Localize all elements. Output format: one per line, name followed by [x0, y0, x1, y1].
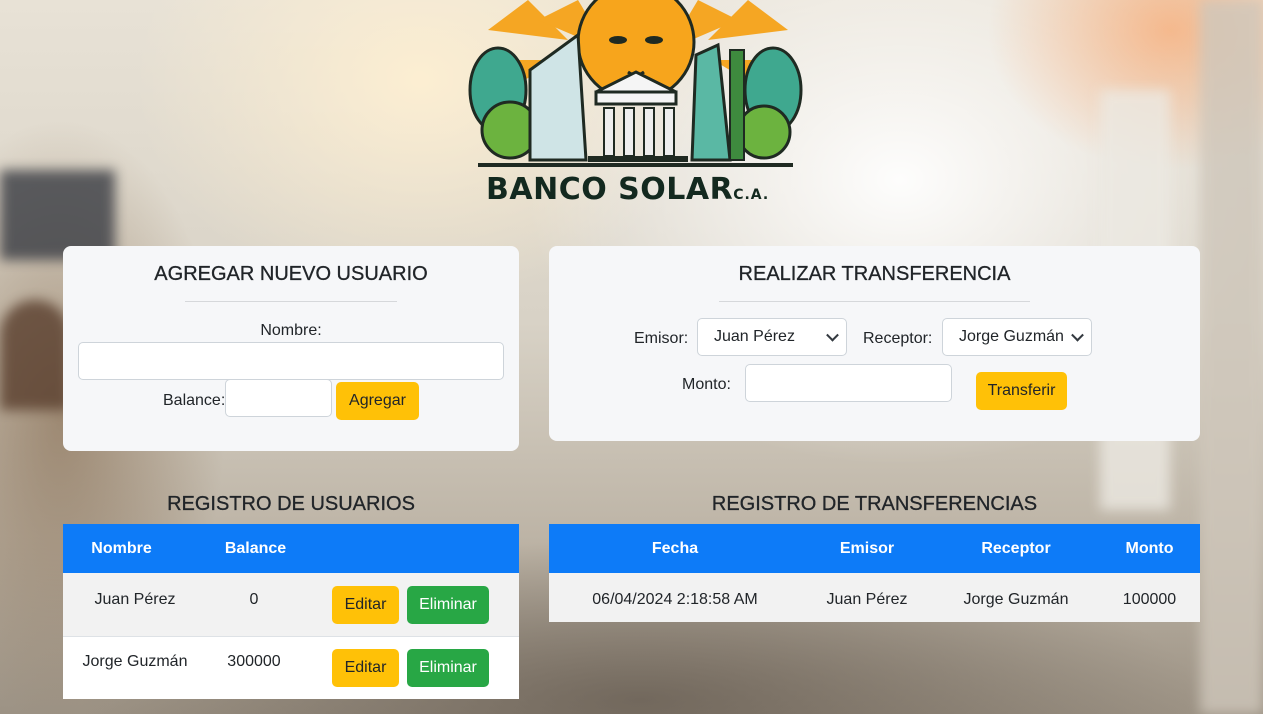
balance-label: Balance: [163, 392, 226, 409]
transfer-receiver: Jorge Guzmán [963, 591, 1069, 608]
edit-button[interactable]: Editar [332, 649, 399, 687]
transfers-table-title: REGISTRO DE TRANSFERENCIAS [711, 493, 1038, 515]
users-table-title: REGISTRO DE USUARIOS [167, 493, 415, 515]
transfers-table: Fecha Emisor Receptor Monto 06/04/2024 2… [549, 524, 1200, 622]
add-user-title: AGREGAR NUEVO USUARIO [154, 263, 428, 285]
column-header-emisor: Emisor [839, 540, 895, 557]
amount-input[interactable] [745, 364, 952, 402]
table-row: 06/04/2024 2:18:58 AM Juan Pérez Jorge G… [549, 573, 1200, 622]
brand-suffix: C.A. [733, 187, 770, 203]
user-balance: 0 [249, 591, 259, 608]
sender-selected-value: Juan Pérez [714, 328, 795, 345]
transfer-date: 06/04/2024 2:18:58 AM [592, 591, 758, 608]
transfer-amount: 100000 [1122, 591, 1177, 608]
transfer-card: REALIZAR TRANSFERENCIA Emisor: Juan Pére… [549, 246, 1200, 441]
receiver-selected-value: Jorge Guzmán [959, 328, 1064, 345]
edit-button[interactable]: Editar [332, 586, 399, 624]
amount-label: Monto: [682, 376, 731, 393]
transfer-button[interactable]: Transferir [976, 372, 1067, 410]
column-header-nombre: Nombre [91, 540, 152, 557]
transfer-sender: Juan Pérez [826, 591, 908, 608]
delete-button[interactable]: Eliminar [407, 649, 489, 687]
chevron-down-icon [826, 328, 839, 342]
transfer-divider [719, 301, 1030, 302]
user-name: Juan Pérez [94, 591, 176, 608]
user-name: Jorge Guzmán [82, 653, 188, 670]
transfer-title: REALIZAR TRANSFERENCIA [738, 263, 1011, 285]
table-row: Juan Pérez 0 Editar Eliminar [63, 573, 519, 636]
brand-name: BANCO SOLARC.A. [486, 172, 769, 207]
name-input[interactable] [78, 342, 504, 380]
brand-name-main: BANCO SOLAR [486, 172, 734, 207]
add-user-card: AGREGAR NUEVO USUARIO Nombre: Balance: A… [63, 246, 519, 451]
add-user-divider [185, 301, 397, 302]
sender-label: Emisor: [634, 330, 689, 347]
transfers-table-header: Fecha Emisor Receptor Monto [549, 524, 1200, 573]
column-header-balance: Balance [224, 540, 287, 557]
add-user-button[interactable]: Agregar [336, 382, 419, 420]
user-balance: 300000 [227, 653, 281, 670]
column-header-fecha: Fecha [651, 540, 699, 557]
users-table-header: Nombre Balance [63, 524, 519, 573]
column-header-monto: Monto [1125, 540, 1174, 557]
users-table: Nombre Balance Juan Pérez 0 Editar Elimi… [63, 524, 519, 699]
delete-button[interactable]: Eliminar [407, 586, 489, 624]
chevron-down-icon [1071, 328, 1084, 342]
column-header-receptor: Receptor [981, 540, 1051, 557]
sender-select[interactable]: Juan Pérez [697, 318, 847, 356]
balance-input[interactable] [225, 379, 332, 417]
background-person [0, 300, 70, 410]
background-right-wall [1200, 0, 1263, 714]
name-label: Nombre: [260, 322, 322, 339]
table-row: Jorge Guzmán 300000 Editar Eliminar [63, 636, 519, 699]
receiver-select[interactable]: Jorge Guzmán [942, 318, 1092, 356]
receiver-label: Receptor: [863, 330, 933, 347]
